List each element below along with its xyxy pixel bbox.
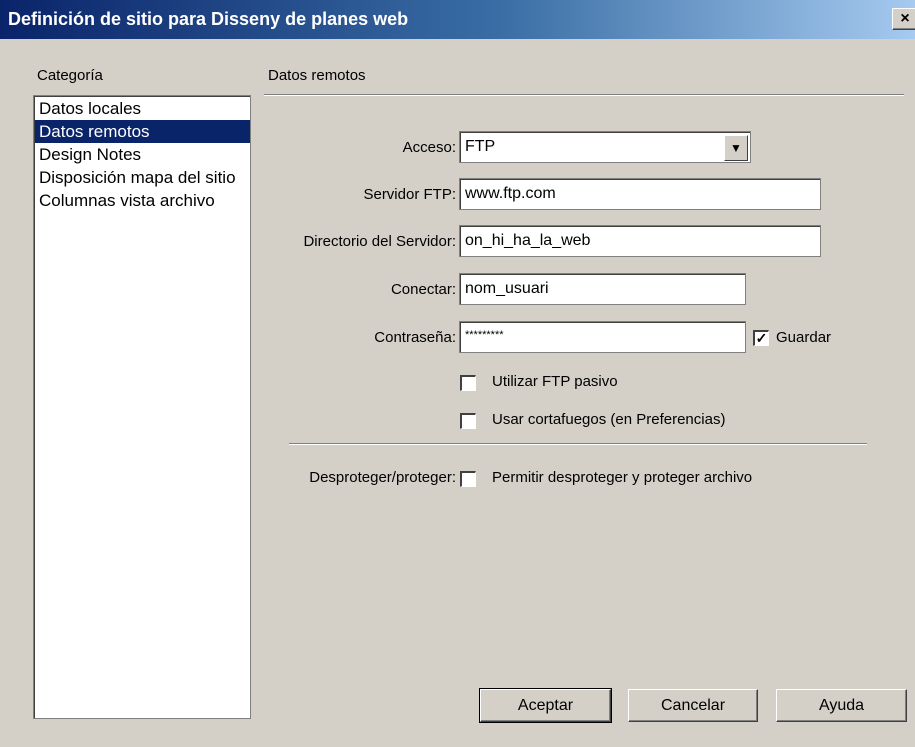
login-input[interactable]: nom_usuari bbox=[459, 273, 746, 305]
section-title: Datos remotos bbox=[268, 67, 366, 84]
server-dir-label: Directorio del Servidor: bbox=[303, 233, 456, 250]
close-button[interactable]: × bbox=[892, 8, 915, 30]
save-password-checkbox[interactable]: ✓ bbox=[753, 330, 769, 346]
ftp-server-input[interactable]: www.ftp.com bbox=[459, 178, 821, 210]
cancel-button[interactable]: Cancelar bbox=[628, 689, 758, 722]
ok-button[interactable]: Aceptar bbox=[479, 688, 612, 723]
section-divider bbox=[264, 94, 904, 96]
category-list[interactable]: Datos locales Datos remotos Design Notes… bbox=[33, 95, 251, 719]
password-input[interactable]: ********* bbox=[459, 321, 746, 353]
access-value: FTP bbox=[465, 138, 496, 155]
password-label: Contraseña: bbox=[374, 329, 456, 346]
ftp-server-label: Servidor FTP: bbox=[363, 186, 456, 203]
checkout-option-label: Permitir desproteger y proteger archivo bbox=[492, 469, 753, 486]
help-button[interactable]: Ayuda bbox=[776, 689, 907, 722]
checkout-checkbox[interactable] bbox=[460, 471, 476, 487]
category-item-datos-remotos[interactable]: Datos remotos bbox=[35, 120, 250, 143]
chevron-down-icon[interactable]: ▼ bbox=[724, 135, 748, 161]
category-item-design-notes[interactable]: Design Notes bbox=[35, 143, 250, 166]
category-heading: Categoría bbox=[37, 67, 103, 84]
close-icon: × bbox=[900, 10, 910, 27]
checkmark-icon: ✓ bbox=[755, 330, 768, 346]
passive-ftp-label: Utilizar FTP pasivo bbox=[492, 373, 618, 390]
passive-ftp-checkbox[interactable] bbox=[460, 375, 476, 391]
firewall-checkbox[interactable] bbox=[460, 413, 476, 429]
server-dir-input[interactable]: on_hi_ha_la_web bbox=[459, 225, 821, 257]
category-item-mapa-sitio[interactable]: Disposición mapa del sitio bbox=[35, 166, 250, 189]
access-label: Acceso: bbox=[402, 139, 456, 156]
login-label: Conectar: bbox=[390, 281, 456, 298]
separator bbox=[289, 443, 867, 445]
category-item-datos-locales[interactable]: Datos locales bbox=[35, 97, 250, 120]
save-password-label: Guardar bbox=[776, 329, 832, 346]
firewall-label: Usar cortafuegos (en Preferencias) bbox=[492, 411, 726, 428]
checkout-label: Desproteger/proteger: bbox=[309, 469, 456, 486]
window-title: Definición de sitio para Disseny de plan… bbox=[8, 9, 409, 29]
category-item-columnas[interactable]: Columnas vista archivo bbox=[35, 189, 250, 212]
access-select[interactable]: FTP ▼ bbox=[459, 131, 751, 163]
title-bar: Definición de sitio para Disseny de plan… bbox=[0, 0, 915, 39]
